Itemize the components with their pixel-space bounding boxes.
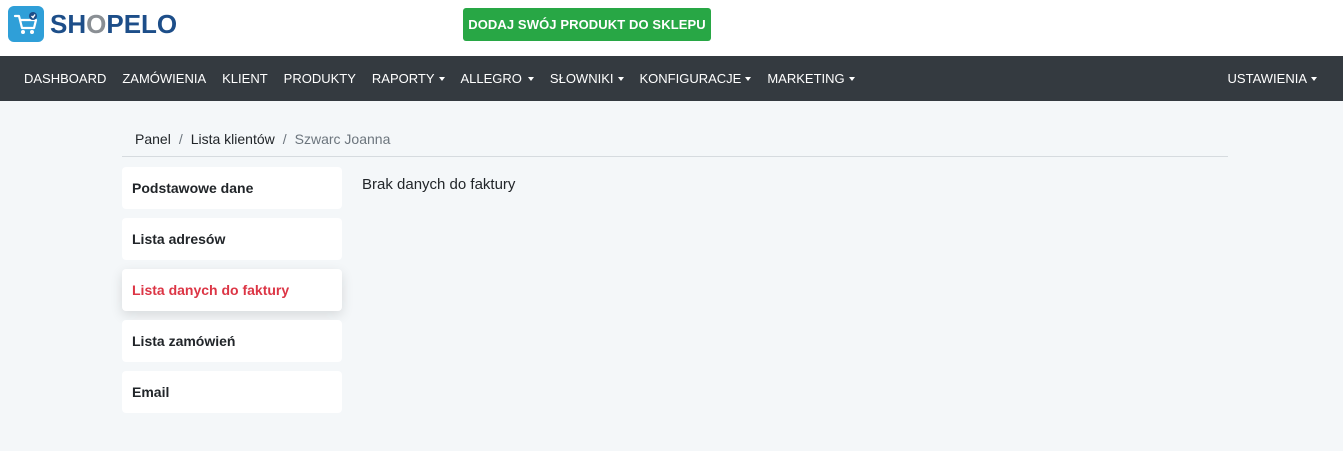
main-navbar: DASHBOARD ZAMÓWIENIA KLIENT PRODUKTY RAP… <box>0 56 1343 101</box>
nav-konfiguracje[interactable]: KONFIGURACJE <box>632 56 760 101</box>
nav-marketing[interactable]: MARKETING <box>759 56 862 101</box>
nav-zamowienia[interactable]: ZAMÓWIENIA <box>114 56 214 101</box>
nav-dashboard[interactable]: DASHBOARD <box>0 56 114 101</box>
nav-klient[interactable]: KLIENT <box>214 56 276 101</box>
nav-ustawienia[interactable]: USTAWIENIA <box>1220 56 1325 101</box>
side-item-basic-data[interactable]: Podstawowe dane <box>122 167 342 209</box>
breadcrumb: Panel / Lista klientów / Szwarc Joanna <box>122 122 1228 157</box>
cart-logo-icon <box>8 6 44 42</box>
shopelo-logo[interactable]: SHOPELO <box>8 6 177 42</box>
side-item-email[interactable]: Email <box>122 371 342 413</box>
breadcrumb-separator: / <box>282 131 287 147</box>
top-header: SHOPELO DODAJ SWÓJ PRODUKT DO SKLEPU <box>0 0 1343 56</box>
side-item-label: Lista adresów <box>132 231 226 247</box>
client-side-menu: Podstawowe dane Lista adresów Lista dany… <box>122 167 342 422</box>
breadcrumb-client-list[interactable]: Lista klientów <box>191 131 275 147</box>
nav-raporty[interactable]: RAPORTY <box>364 56 453 101</box>
chevron-down-icon <box>438 76 445 81</box>
add-product-button[interactable]: DODAJ SWÓJ PRODUKT DO SKLEPU <box>463 8 711 41</box>
chevron-down-icon <box>848 76 855 81</box>
logo-wordmark: SHOPELO <box>50 8 178 39</box>
side-item-address-list[interactable]: Lista adresów <box>122 218 342 260</box>
side-item-label: Podstawowe dane <box>132 180 254 196</box>
chevron-down-icon <box>527 76 534 81</box>
side-item-invoice-data[interactable]: Lista danych do faktury <box>122 269 342 311</box>
nav-allegro[interactable]: ALLEGRO <box>453 56 542 101</box>
chevron-down-icon <box>745 76 752 81</box>
side-item-label: Email <box>132 384 170 400</box>
empty-state-message: Brak danych do faktury <box>362 176 516 193</box>
nav-slowniki[interactable]: SŁOWNIKI <box>542 56 632 101</box>
breadcrumb-current: Szwarc Joanna <box>294 131 391 147</box>
breadcrumb-separator: / <box>178 131 183 147</box>
breadcrumb-panel[interactable]: Panel <box>135 131 171 147</box>
nav-produkty[interactable]: PRODUKTY <box>276 56 364 101</box>
side-item-label: Lista zamówień <box>132 333 236 349</box>
side-item-order-list[interactable]: Lista zamówień <box>122 320 342 362</box>
chevron-down-icon <box>1311 76 1317 81</box>
side-item-label: Lista danych do faktury <box>132 282 290 298</box>
chevron-down-icon <box>617 76 624 81</box>
